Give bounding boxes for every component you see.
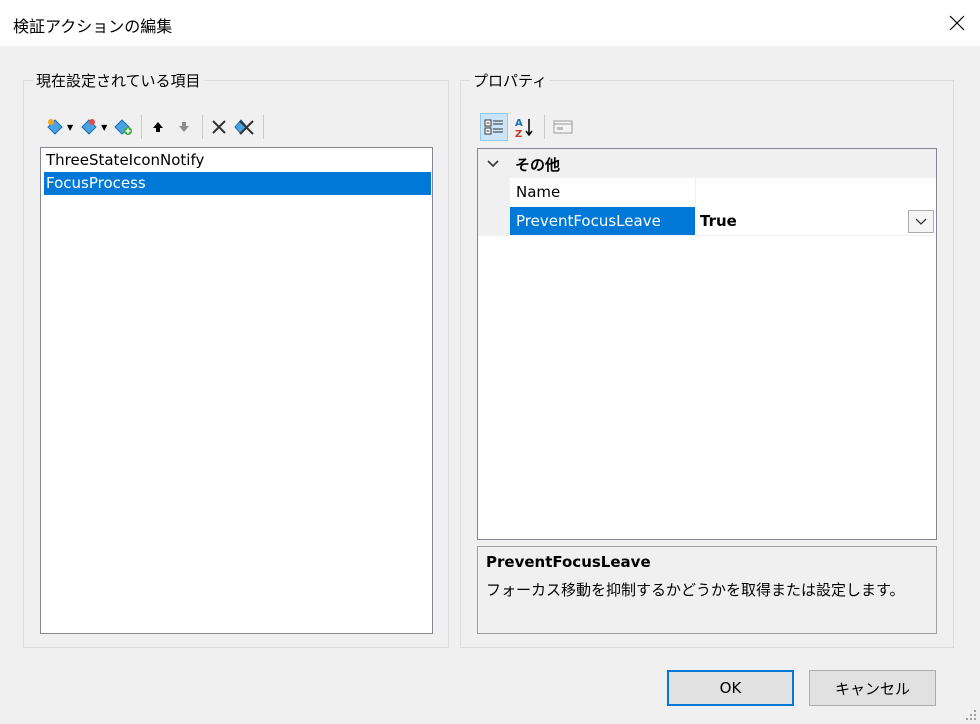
- properties-group-title: プロパティ: [470, 70, 551, 91]
- svg-text:A: A: [515, 118, 523, 129]
- add-action-icon: [47, 119, 63, 135]
- cancel-button-label: キャンセル: [834, 679, 910, 698]
- list-item[interactable]: ThreeStateIconNotify: [41, 149, 432, 172]
- row-margin: [478, 207, 510, 236]
- alphabetical-button[interactable]: A Z: [510, 115, 538, 139]
- add-action-dropdown-icon: [81, 119, 97, 135]
- property-pages-icon: [553, 120, 573, 134]
- alphabetical-sort-icon: A Z: [515, 118, 533, 138]
- add-action-button[interactable]: [43, 115, 67, 139]
- move-down-button[interactable]: [172, 115, 196, 139]
- category-row[interactable]: その他: [478, 149, 936, 178]
- property-row[interactable]: Name: [478, 178, 936, 207]
- items-list[interactable]: ThreeStateIconNotify FocusProcess: [40, 147, 433, 634]
- insert-action-button[interactable]: [111, 115, 135, 139]
- column-divider: [695, 178, 696, 207]
- current-items-group-title: 現在設定されている項目: [33, 70, 204, 91]
- items-toolbar: ▼ ▼: [43, 114, 268, 140]
- delete-button[interactable]: [207, 115, 231, 139]
- chevron-down-icon: [915, 218, 927, 225]
- resize-grip-icon[interactable]: [965, 709, 977, 721]
- ok-button[interactable]: OK: [667, 670, 794, 706]
- close-button[interactable]: [934, 0, 980, 46]
- value-dropdown-button[interactable]: [908, 210, 934, 233]
- add-action-dropdown-button[interactable]: [77, 115, 101, 139]
- list-item[interactable]: FocusProcess: [44, 172, 431, 195]
- close-icon: [949, 15, 965, 31]
- property-pages-button[interactable]: [549, 115, 577, 139]
- toolbar-separator: [263, 115, 265, 139]
- cancel-button[interactable]: キャンセル: [809, 670, 936, 706]
- property-row[interactable]: PreventFocusLeave True: [478, 207, 936, 236]
- categorized-button[interactable]: [480, 113, 508, 141]
- delete-all-icon: [234, 119, 255, 135]
- chevron-down-icon[interactable]: ▼: [67, 123, 73, 132]
- insert-action-icon: [114, 119, 133, 135]
- svg-text:Z: Z: [515, 129, 522, 138]
- delete-icon: [212, 120, 227, 134]
- property-value[interactable]: True: [700, 212, 737, 230]
- chevron-down-icon[interactable]: ▼: [101, 123, 107, 132]
- toolbar-separator: [544, 115, 545, 139]
- row-bottom-line: [510, 235, 936, 236]
- row-margin: [478, 178, 510, 207]
- property-name: PreventFocusLeave: [516, 212, 661, 230]
- property-name: Name: [516, 183, 561, 201]
- description-text: フォーカス移動を抑制するかどうかを取得または設定します。: [486, 581, 905, 599]
- category-label: その他: [515, 156, 561, 174]
- window-title: 検証アクションの編集: [13, 17, 173, 36]
- arrow-up-icon: [153, 122, 164, 132]
- description-panel: PreventFocusLeave フォーカス移動を抑制するかどうかを取得または…: [477, 546, 937, 634]
- ok-button-label: OK: [719, 679, 742, 697]
- properties-toolbar: A Z: [480, 113, 579, 141]
- chevron-down-icon[interactable]: [486, 157, 500, 171]
- arrow-down-icon: [179, 122, 190, 132]
- description-title: PreventFocusLeave: [486, 553, 651, 571]
- toolbar-separator: [141, 115, 143, 139]
- categorized-icon: [484, 119, 503, 135]
- move-up-button[interactable]: [146, 115, 170, 139]
- title-bar: 検証アクションの編集: [0, 0, 980, 46]
- property-grid: その他 Name PreventFocusLeave True: [477, 148, 937, 540]
- toolbar-separator: [202, 115, 204, 139]
- delete-all-button[interactable]: [233, 115, 257, 139]
